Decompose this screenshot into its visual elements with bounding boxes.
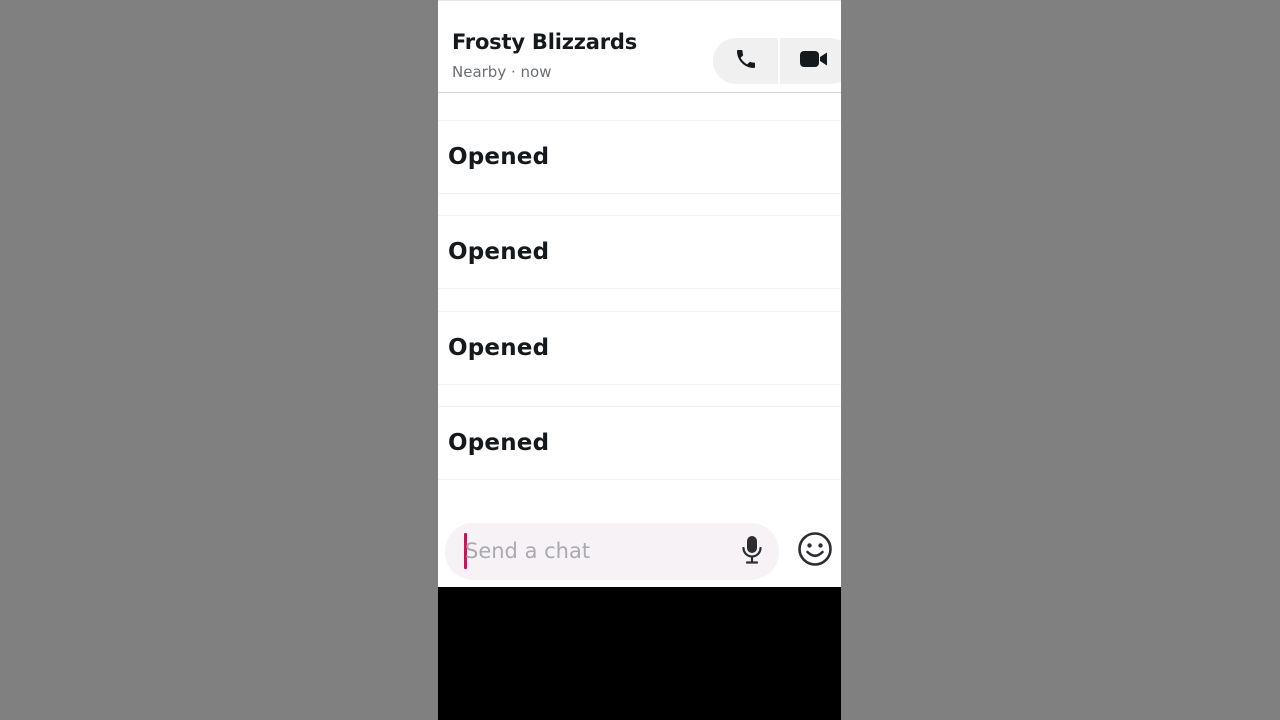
message-list: Opened Opened Opened Opened bbox=[438, 93, 841, 508]
message-status-label: Opened bbox=[448, 335, 550, 361]
chat-screen: Frosty Blizzards Nearby · now Opened Ope… bbox=[438, 0, 841, 720]
contact-status: Nearby · now bbox=[452, 63, 552, 81]
message-status-label: Opened bbox=[448, 430, 550, 456]
chat-input-container[interactable] bbox=[445, 523, 779, 580]
video-call-button[interactable] bbox=[780, 38, 841, 84]
chat-composer bbox=[438, 509, 841, 587]
call-button-group bbox=[713, 38, 841, 84]
chat-input[interactable] bbox=[465, 531, 725, 571]
voice-note-button[interactable] bbox=[737, 536, 767, 568]
emoji-button[interactable] bbox=[797, 531, 833, 571]
voice-call-button[interactable] bbox=[713, 38, 778, 84]
smiley-face-icon bbox=[797, 531, 833, 571]
phone-icon bbox=[734, 47, 758, 75]
chat-header: Frosty Blizzards Nearby · now bbox=[438, 0, 841, 93]
message-item[interactable]: Opened bbox=[438, 311, 841, 385]
message-item[interactable]: Opened bbox=[438, 406, 841, 480]
contact-name[interactable]: Frosty Blizzards bbox=[452, 30, 637, 54]
top-divider bbox=[438, 0, 841, 1]
message-status-label: Opened bbox=[448, 144, 550, 170]
screen-backdrop: Frosty Blizzards Nearby · now Opened Ope… bbox=[0, 0, 1280, 720]
video-camera-icon bbox=[799, 48, 829, 74]
keyboard-area-placeholder bbox=[438, 587, 841, 720]
message-status-label: Opened bbox=[448, 239, 550, 265]
message-item[interactable]: Opened bbox=[438, 215, 841, 289]
message-item[interactable]: Opened bbox=[438, 120, 841, 194]
microphone-icon bbox=[741, 535, 763, 569]
